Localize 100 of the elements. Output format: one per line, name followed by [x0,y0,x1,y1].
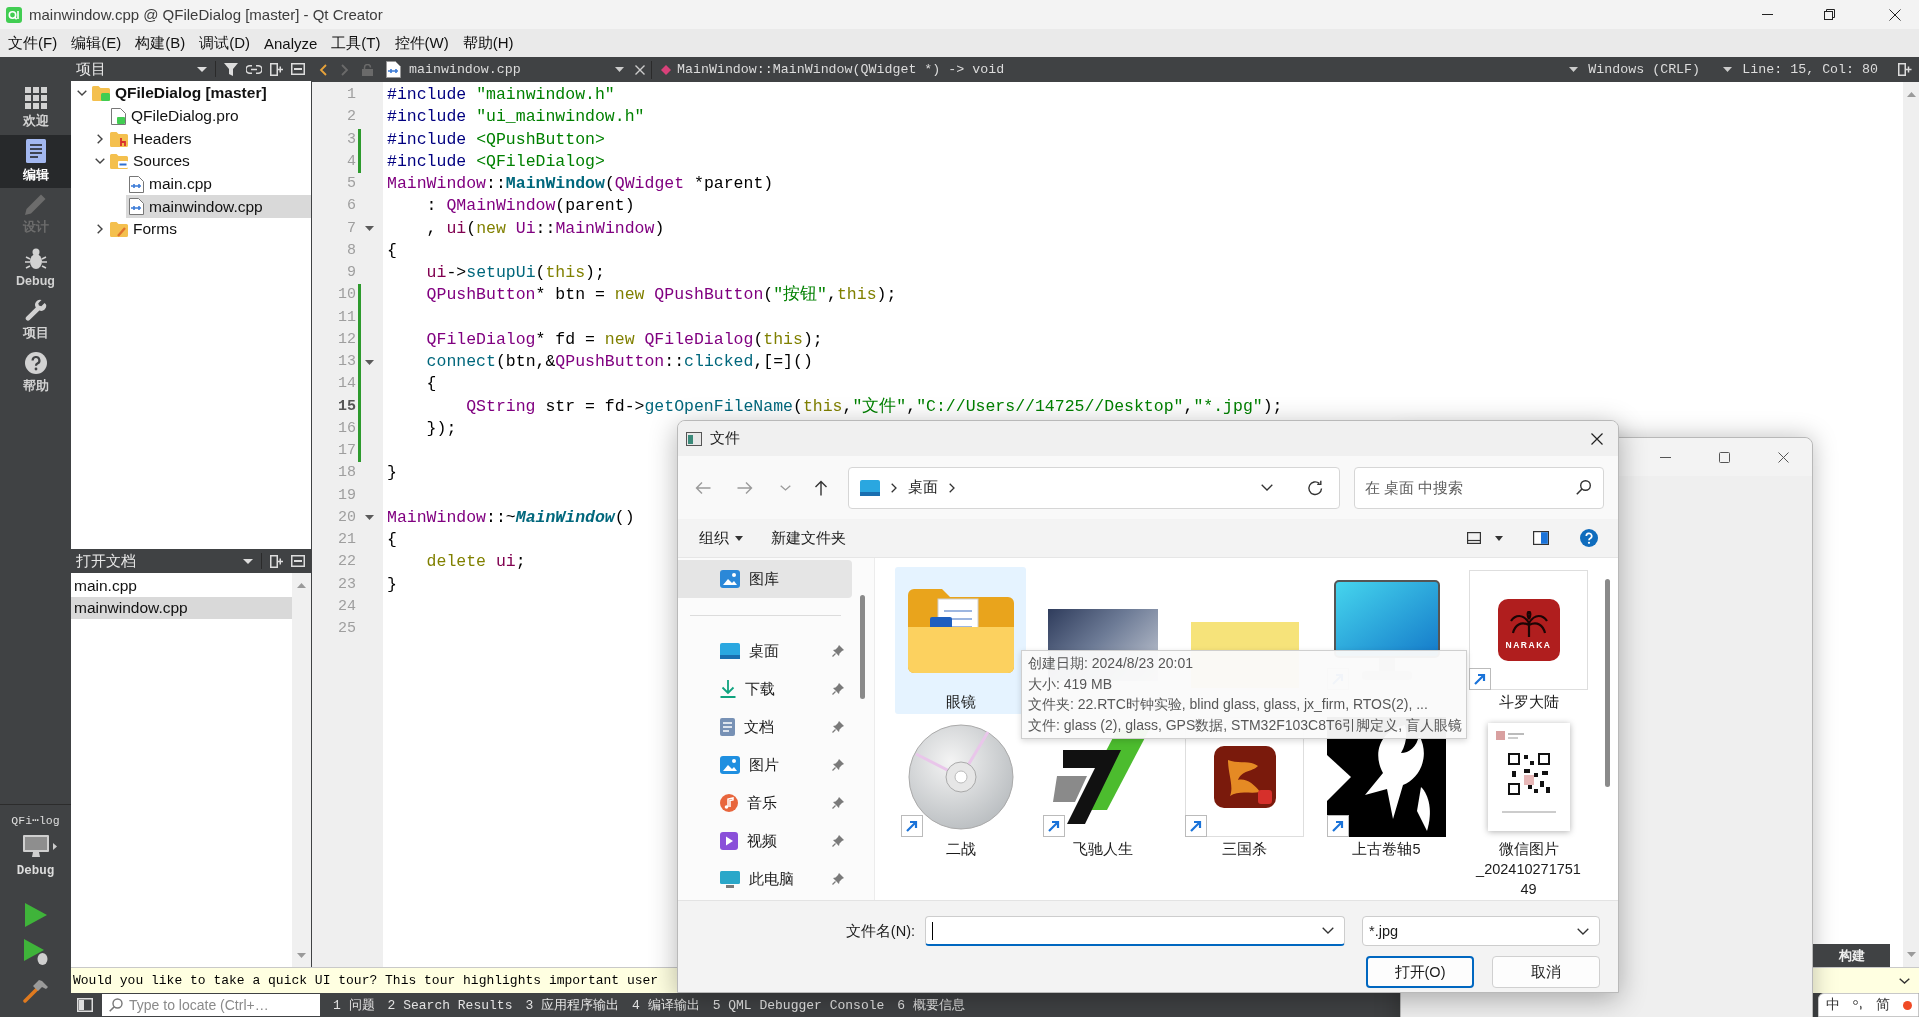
menu-item[interactable]: 工具(T) [331,33,381,53]
preview-pane-icon[interactable] [1533,531,1549,545]
split-icon[interactable] [1898,63,1912,76]
caret-icon[interactable] [1569,67,1579,72]
app-thumbnail[interactable]: NARAKA [1469,570,1588,690]
chevron-right-icon[interactable] [97,224,103,235]
tree-item[interactable]: Sources [108,150,311,173]
output-pane-tab[interactable]: 6 概要信息 [897,996,965,1014]
caret-icon[interactable] [1723,67,1733,72]
nav-item[interactable]: 图库 [678,560,852,598]
minimize-icon[interactable] [1660,456,1671,458]
nav-item[interactable]: 文档 [678,708,852,746]
close-icon[interactable] [1591,432,1603,445]
chevron-down-icon[interactable] [1261,484,1273,491]
scrollbar-thumb[interactable] [1605,579,1610,787]
tree-item[interactable]: main.cpp [126,172,311,196]
output-pane-tab[interactable]: 4 编译输出 [632,996,700,1014]
refresh-icon[interactable] [1307,479,1323,496]
hammer-icon[interactable] [22,977,49,1003]
caret-icon[interactable] [243,558,253,564]
file-name[interactable]: 斗罗大陆 [1472,692,1585,712]
punctuation-icon[interactable] [1852,1000,1863,1010]
tree-item[interactable]: mainwindow.cpp [126,195,311,219]
command-button[interactable]: 新建文件夹 [763,523,854,553]
file-type-dropdown[interactable]: *.jpg [1362,916,1600,946]
caret-icon[interactable] [1495,535,1503,541]
chevron-right-icon[interactable] [949,482,955,493]
split-icon[interactable] [270,62,283,76]
output-pane-tab[interactable]: 5 QML Debugger Console [712,997,885,1013]
file-name-field[interactable] [925,916,1345,946]
sidebar-toggle-icon[interactable] [77,998,93,1012]
run-icon[interactable] [24,903,47,927]
caret-right-icon[interactable] [52,842,57,850]
mode-button[interactable]: 欢迎 [0,82,71,135]
nav-item[interactable]: 桌面 [678,632,852,670]
menu-item[interactable]: 编辑(E) [71,33,122,53]
nav-item[interactable]: 此电脑 [678,860,852,898]
output-pane-tab[interactable]: 3 应用程序输出 [525,996,620,1014]
fold-arrow-icon[interactable] [365,359,374,365]
script-indicator[interactable]: 简 [1875,996,1890,1014]
caret-icon[interactable] [197,66,207,72]
cursor-position[interactable]: Line: 15, Col: 80 [1742,62,1878,77]
tree-item[interactable]: Headers [108,127,311,151]
up-arrow-icon[interactable] [814,479,828,496]
chevron-right-icon[interactable] [891,482,897,493]
pin-icon[interactable] [832,683,844,695]
panel-icon[interactable] [291,555,305,567]
address-bar[interactable]: 桌面 [848,466,1340,509]
help-icon[interactable] [1580,529,1598,547]
locator-field[interactable]: Type to locate (Ctrl+… [102,994,320,1016]
panel-icon[interactable] [291,63,305,75]
line-ending-selector[interactable]: Windows (CRLF) [1585,57,1736,82]
output-pane-tab[interactable]: 2 Search Results [387,997,513,1013]
file-item[interactable]: 眼镜 [895,567,1026,714]
filter-icon[interactable] [224,62,238,76]
tree-item[interactable]: Forms [108,218,311,241]
menu-item[interactable]: 文件(F) [8,33,58,53]
view-icon[interactable] [1467,532,1481,544]
scrollbar-thumb[interactable] [860,595,865,699]
caret-icon[interactable] [615,67,624,72]
symbol-selector[interactable]: MainWindow::MainWindow(QWidget *) -> void [657,57,1581,82]
pin-icon[interactable] [832,797,844,809]
file-name[interactable]: 三国杀 [1188,839,1301,859]
menu-item[interactable]: 帮助(H) [462,33,514,53]
chevron-down-icon[interactable] [95,158,105,165]
link-icon[interactable] [246,64,262,74]
mode-button[interactable]: Debug [0,241,71,294]
chevron-down-icon[interactable] [1322,927,1334,934]
pin-icon[interactable] [832,645,844,657]
panel-title[interactable]: 项目 [76,59,106,79]
document-list-item[interactable]: main.cpp [71,575,292,597]
file-name[interactable]: 上古卷轴5 [1330,839,1443,859]
nav-item[interactable]: 视频 [678,822,852,860]
mode-button[interactable]: 项目 [0,294,71,347]
file-name[interactable]: 二战 [904,839,1017,859]
restore-icon[interactable] [1824,9,1835,20]
notification-dot-icon[interactable] [1902,1000,1912,1010]
back-icon[interactable] [319,63,327,76]
panel-title[interactable]: 打开文档 [76,551,136,571]
tree-item[interactable]: QFileDialog.pro [108,104,311,128]
mode-button[interactable]: 编辑 [0,135,71,188]
split-icon[interactable] [270,554,283,568]
breadcrumb[interactable]: 桌面 [908,478,938,497]
file-name[interactable]: 微信图片_20241027175149 [1472,839,1585,899]
open-button[interactable]: 打开(O) [1366,956,1474,988]
tree-item[interactable]: QFileDialog [master] [90,82,311,105]
menu-item[interactable]: 调试(D) [199,33,250,53]
pin-icon[interactable] [832,873,844,885]
fold-arrow-icon[interactable] [365,226,374,232]
nav-item[interactable]: 音乐 [678,784,852,822]
pin-icon[interactable] [832,835,844,847]
close-icon[interactable] [1889,8,1901,21]
close-icon[interactable] [1778,451,1789,463]
file-selector[interactable]: mainwindow.cpp [380,57,628,82]
menu-item[interactable]: 构建(B) [135,33,186,53]
pin-icon[interactable] [832,759,844,771]
file-name[interactable]: 飞驰人生 [1046,839,1159,859]
build-tab-label[interactable]: 构建 [1813,944,1890,967]
document-list-item[interactable]: mainwindow.cpp [71,597,292,619]
chevron-down-icon[interactable] [77,90,87,97]
